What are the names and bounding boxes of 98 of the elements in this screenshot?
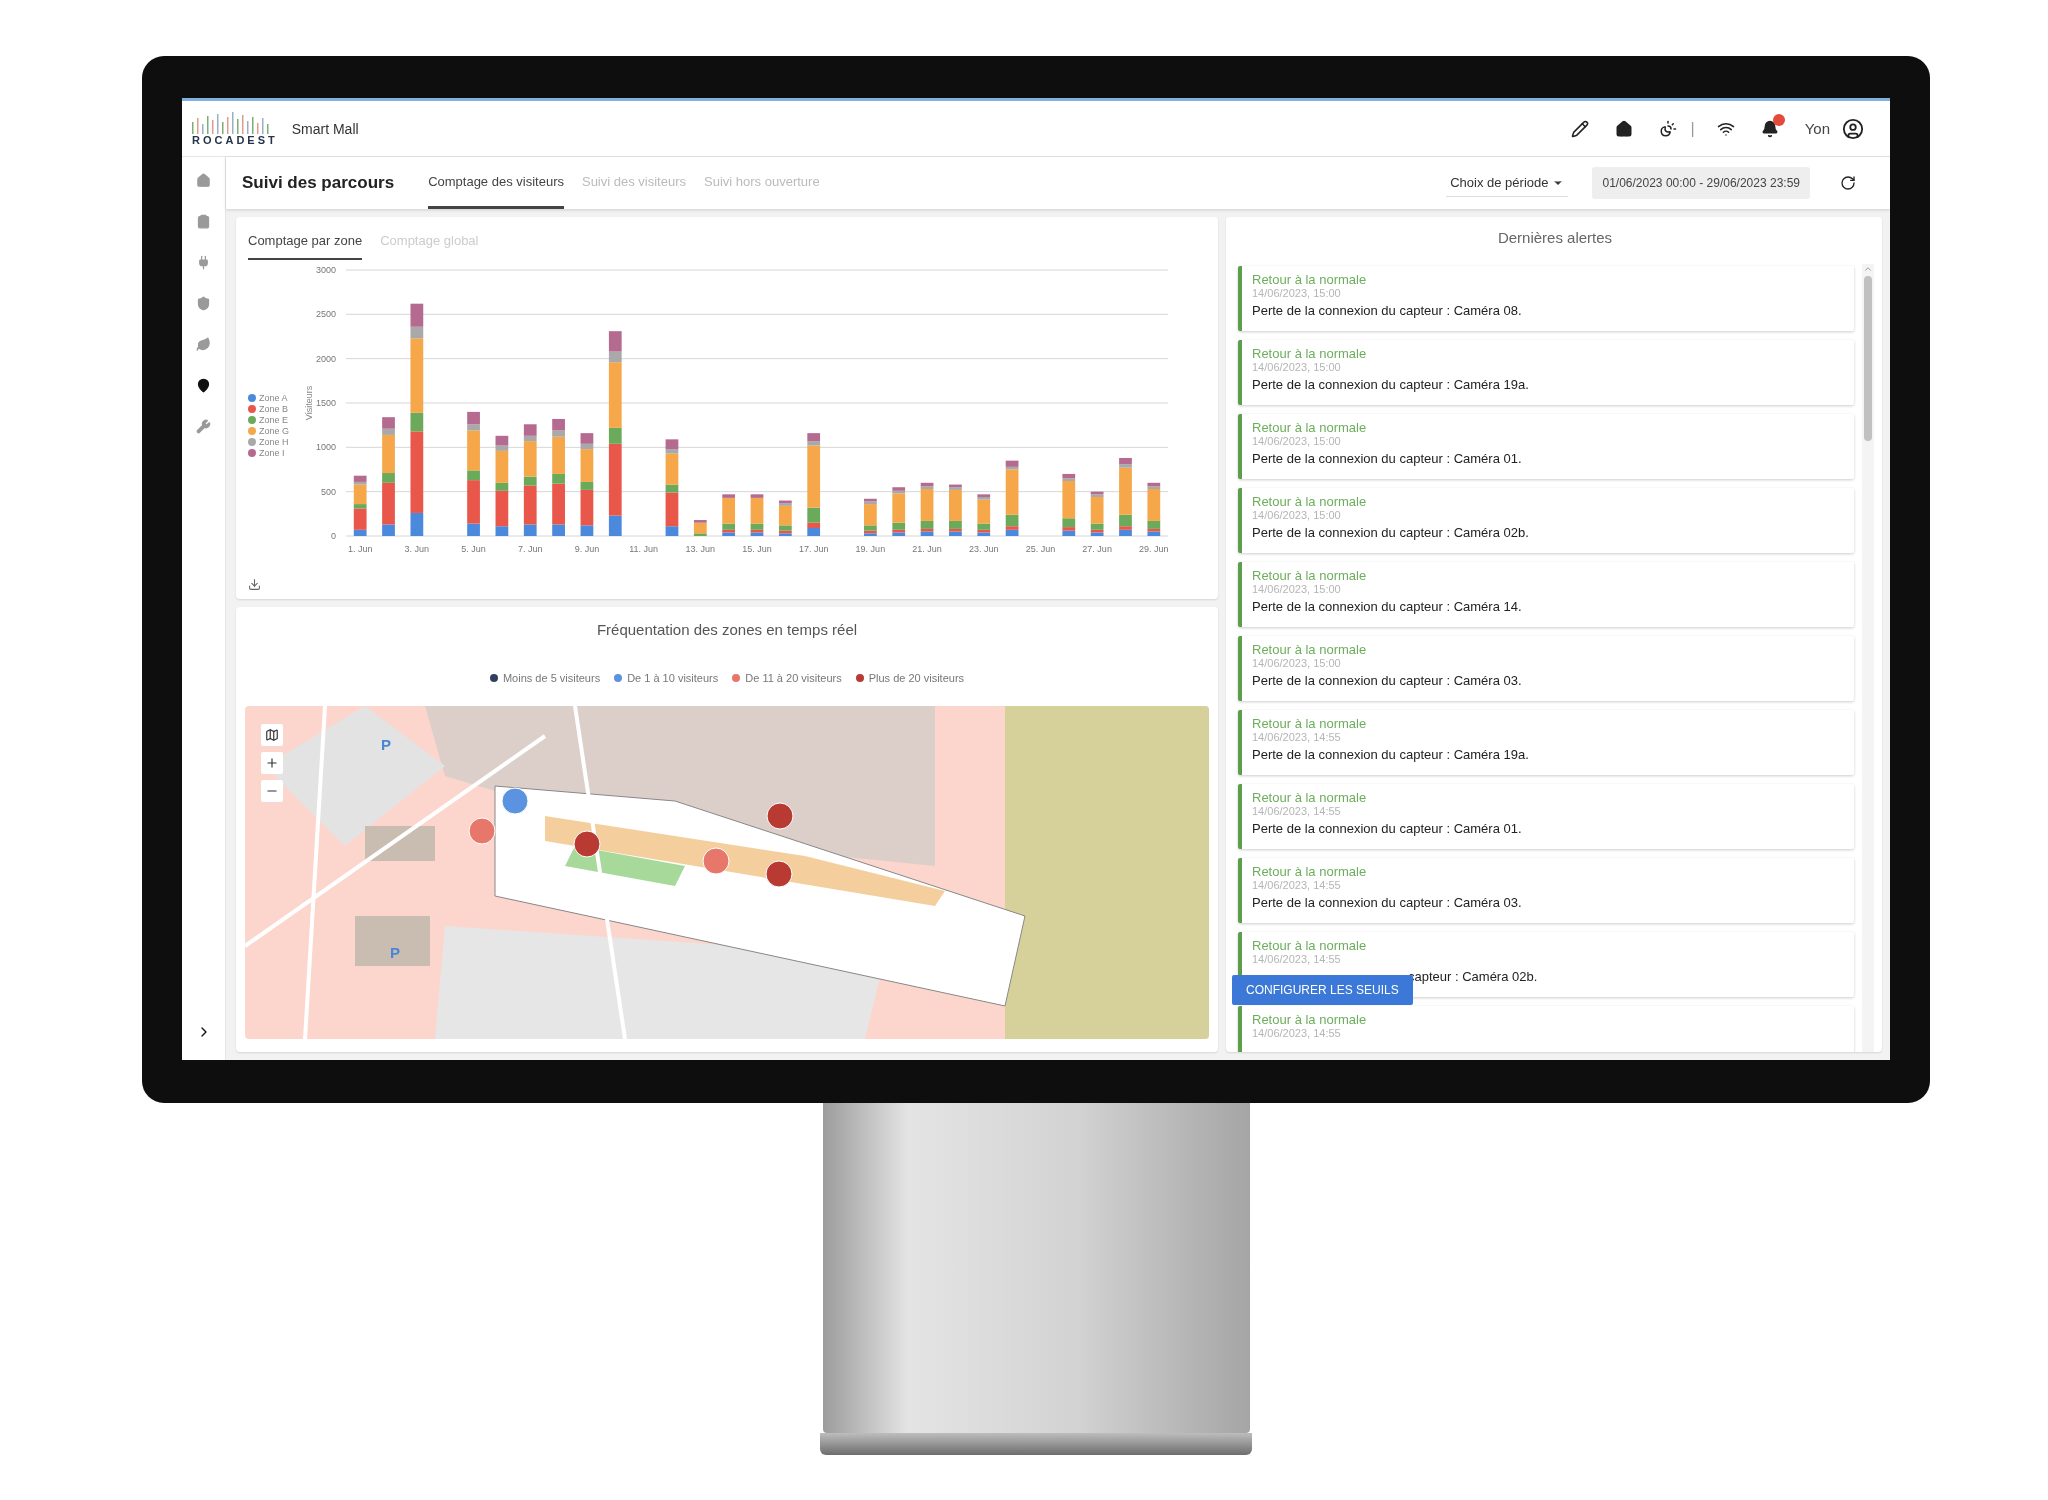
parking-label: P bbox=[390, 944, 400, 961]
alerts-title: Dernières alertes bbox=[1496, 228, 1614, 248]
separator: | bbox=[1690, 119, 1695, 138]
alert-message: Perte de la connexion du capteur : Caméra 08. bbox=[1252, 303, 1523, 318]
alert-date: 14/06/2023, 14:55 bbox=[1252, 953, 1342, 965]
legend-item[interactable]: Moins de 5 visiteurs bbox=[489, 672, 601, 684]
alert-card[interactable]: Retour à la normale 14/06/2023, 15:00 Perte de la connexion du capteur : Caméra 14. bbox=[1238, 562, 1854, 627]
x-tick-label: 15. Jun bbox=[742, 544, 772, 554]
download-icon[interactable] bbox=[248, 578, 261, 591]
map-layers-icon[interactable] bbox=[261, 724, 283, 746]
alert-status: Retour à la normale bbox=[1252, 272, 1368, 287]
x-tick-label: 23. Jun bbox=[969, 544, 999, 554]
logo-text: ROCADEST bbox=[192, 133, 278, 146]
legend-item[interactable]: Zone E bbox=[248, 415, 300, 425]
alert-status: Retour à la normale bbox=[1252, 494, 1368, 509]
legend-item[interactable]: De 1 à 10 visiteurs bbox=[614, 672, 719, 684]
x-tick-label: 5. Jun bbox=[461, 544, 486, 554]
y-tick-label: 500 bbox=[320, 486, 336, 497]
alert-status: Retour à la normale bbox=[1252, 938, 1368, 953]
alert-card[interactable]: Retour à la normale 14/06/2023, 15:00 Perte de la connexion du capteur : Caméra 08. bbox=[1238, 266, 1854, 331]
alert-status: Retour à la normale bbox=[1252, 1012, 1368, 1027]
y-tick-label: 2500 bbox=[315, 309, 336, 320]
zoom-in-icon[interactable] bbox=[261, 752, 283, 774]
alert-message: Perte de la connexion du capteur : Caméra 14. bbox=[1252, 599, 1523, 614]
alert-message: Perte de la connexion du capteur : Caméra 03. bbox=[1252, 673, 1523, 688]
alert-status: Retour à la normale bbox=[1252, 790, 1368, 805]
alert-status: Retour à la normale bbox=[1252, 716, 1368, 731]
alert-date: 14/06/2023, 15:00 bbox=[1252, 657, 1342, 669]
x-tick-label: 9. Jun bbox=[574, 544, 600, 554]
x-tick-label: 21. Jun bbox=[912, 544, 942, 554]
scroll-up-icon[interactable] bbox=[1863, 264, 1873, 274]
y-tick-label: 1000 bbox=[315, 442, 336, 453]
y-tick-label: 3000 bbox=[315, 265, 336, 275]
alert-message: Perte de la connexion du capteur : Caméra 19a. bbox=[1252, 377, 1530, 392]
parking-label: P bbox=[381, 736, 391, 753]
scrollbar-thumb[interactable] bbox=[1864, 276, 1872, 441]
date-range-field[interactable]: 01/06/2023 00:00 - 29/06/2023 23:59 bbox=[1592, 167, 1810, 199]
x-tick-label: 11. Jun bbox=[629, 544, 659, 554]
legend-item[interactable]: Plus de 20 visiteurs bbox=[855, 672, 965, 684]
alert-date: 14/06/2023, 15:00 bbox=[1252, 435, 1342, 447]
tab[interactable]: Comptage des visiteurs bbox=[428, 157, 564, 209]
alert-status: Retour à la normale bbox=[1252, 864, 1368, 879]
map-title: Fréquentation des zones en temps réel bbox=[596, 621, 858, 638]
site-name: Smart Mall bbox=[291, 120, 359, 137]
y-axis-title: Visiteurs bbox=[304, 385, 314, 421]
legend-item[interactable]: De 11 à 20 visiteurs bbox=[732, 672, 842, 684]
x-tick-label: 3. Jun bbox=[404, 544, 430, 554]
alert-card[interactable]: Retour à la normale 14/06/2023, 15:00 Perte de la connexion du capteur : Caméra 19a. bbox=[1238, 340, 1854, 405]
alert-date: 14/06/2023, 14:55 bbox=[1252, 805, 1342, 817]
x-tick-label: 1. Jun bbox=[347, 544, 373, 554]
alert-date: 14/06/2023, 15:00 bbox=[1252, 287, 1342, 299]
alert-date: 14/06/2023, 15:00 bbox=[1252, 361, 1342, 373]
configure-thresholds-button[interactable]: CONFIGURER LES SEUILS bbox=[1232, 975, 1413, 1005]
page-title: Suivi des parcours bbox=[242, 173, 395, 193]
alert-status: Retour à la normale bbox=[1252, 346, 1368, 361]
x-tick-label: 29. Jun bbox=[1139, 544, 1169, 554]
alert-status: Retour à la normale bbox=[1252, 642, 1368, 657]
legend-item[interactable]: Zone I bbox=[248, 448, 300, 458]
x-tick-label: 19. Jun bbox=[855, 544, 886, 554]
alert-date: 14/06/2023, 14:55 bbox=[1252, 879, 1342, 891]
zoom-out-icon[interactable] bbox=[261, 780, 283, 802]
x-tick-label: 27. Jun bbox=[1082, 544, 1112, 554]
alert-card[interactable]: Retour à la normale 14/06/2023, 14:55 Perte de la connexion du capteur : Caméra 19a. bbox=[1238, 710, 1854, 775]
wrench-icon[interactable] bbox=[194, 417, 213, 436]
y-tick-label: 2000 bbox=[315, 353, 336, 364]
logo-bars-icon bbox=[192, 111, 272, 134]
alert-card[interactable]: Retour à la normale 14/06/2023, 14:55 bbox=[1238, 1006, 1854, 1052]
legend-item[interactable]: Zone A bbox=[248, 393, 300, 403]
alert-status: Retour à la normale bbox=[1252, 420, 1368, 435]
legend-item[interactable]: Zone B bbox=[248, 404, 300, 414]
leaf-icon[interactable] bbox=[194, 335, 213, 354]
x-tick-label: 7. Jun bbox=[518, 544, 543, 554]
tab[interactable]: Comptage par zone bbox=[248, 225, 363, 260]
alert-card[interactable]: Retour à la normale 14/06/2023, 14:55 Perte de la connexion du capteur : Caméra 03. bbox=[1238, 858, 1854, 923]
x-tick-label: 25. Jun bbox=[1025, 544, 1056, 554]
alert-message: Perte de la connexion du capteur : Caméra 01. bbox=[1252, 451, 1523, 466]
y-tick-label: 0 bbox=[331, 531, 336, 541]
alert-date: 14/06/2023, 14:55 bbox=[1252, 731, 1342, 743]
alert-date: 14/06/2023, 14:55 bbox=[1252, 1027, 1342, 1039]
legend-item[interactable]: Zone H bbox=[248, 437, 300, 447]
alert-date: 14/06/2023, 15:00 bbox=[1252, 509, 1342, 521]
alert-card[interactable]: Retour à la normale 14/06/2023, 14:55 Perte de la connexion du capteur : Caméra 01. bbox=[1238, 784, 1854, 849]
alert-message: Perte de la connexion du capteur : Caméra 02b. bbox=[1252, 525, 1530, 540]
alert-status: Retour à la normale bbox=[1252, 568, 1368, 583]
y-tick-label: 1500 bbox=[315, 398, 336, 408]
scrollbar[interactable] bbox=[1862, 264, 1874, 1052]
x-tick-label: 13. Jun bbox=[685, 544, 716, 554]
alert-message: Perte de la connexion du capteur : Caméra 19a. bbox=[1252, 747, 1530, 762]
period-select[interactable]: Choix de période bbox=[1446, 169, 1569, 197]
legend-item[interactable]: Zone G bbox=[248, 426, 300, 436]
alert-card[interactable]: Retour à la normale 14/06/2023, 15:00 Perte de la connexion du capteur : Caméra 03. bbox=[1238, 636, 1854, 701]
alert-card[interactable]: Retour à la normale 14/06/2023, 15:00 Perte de la connexion du capteur : Caméra 02b. bbox=[1238, 488, 1854, 553]
alert-card[interactable]: Retour à la normale 14/06/2023, 15:00 Perte de la connexion du capteur : Caméra 01. bbox=[1238, 414, 1854, 479]
alert-message: Perte de la connexion du capteur : Caméra 03. bbox=[1252, 895, 1523, 910]
x-tick-label: 17. Jun bbox=[798, 544, 829, 554]
alert-date: 14/06/2023, 15:00 bbox=[1252, 583, 1342, 595]
user-name: Yon bbox=[1804, 120, 1830, 137]
alert-message: Perte de la connexion du capteur : Caméra 01. bbox=[1252, 821, 1523, 836]
